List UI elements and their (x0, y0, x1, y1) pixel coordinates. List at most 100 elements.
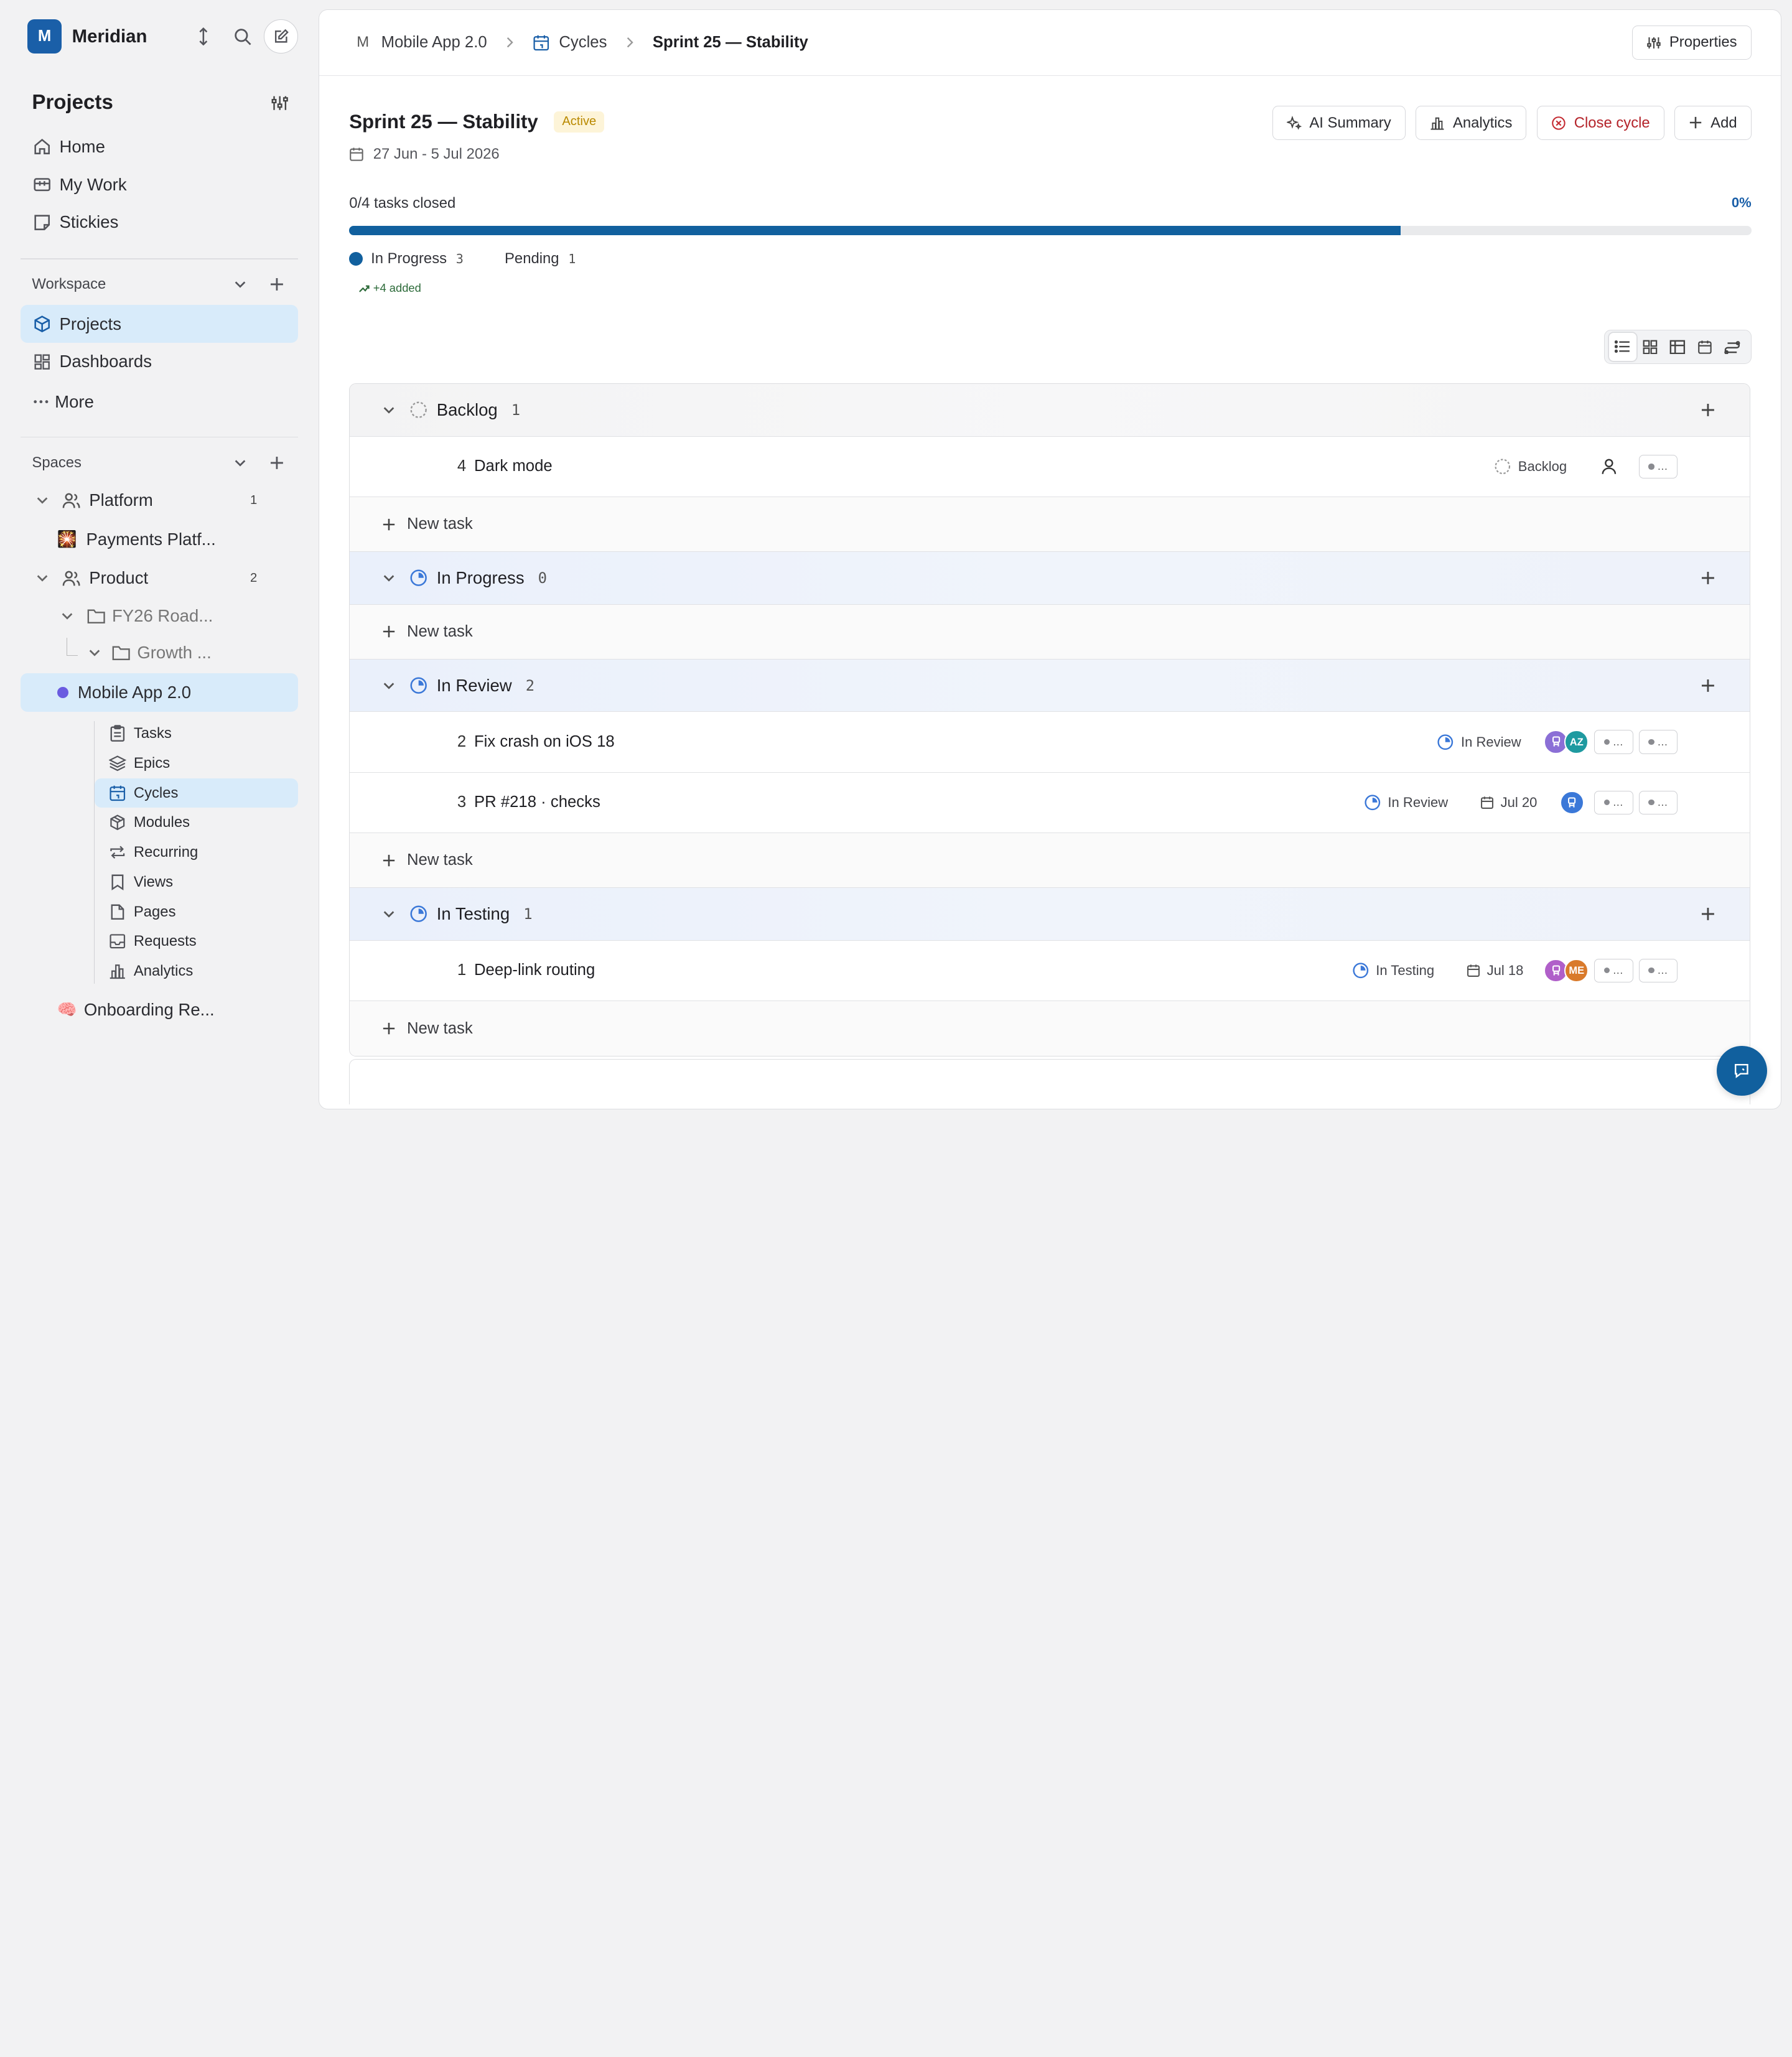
list-view-icon[interactable] (1608, 333, 1636, 361)
task-status[interactable]: In Testing (1352, 962, 1434, 979)
plus-icon (1689, 116, 1702, 129)
group-header-in-progress[interactable]: In Progress 0 (350, 552, 1750, 605)
breadcrumb-project[interactable]: M Mobile App 2.0 (354, 34, 487, 52)
project-menu-epics[interactable]: Epics (95, 749, 298, 778)
label-pill[interactable]: ... (1638, 958, 1678, 983)
label-pill[interactable]: ... (1594, 958, 1633, 983)
sidebar-item-dashboards[interactable]: Dashboards (21, 343, 298, 381)
compose-icon[interactable] (264, 19, 299, 54)
table-view-icon[interactable] (1664, 333, 1691, 360)
workspace-logo[interactable]: M (27, 19, 62, 54)
breadcrumb-cycles[interactable]: Cycles (533, 34, 607, 52)
task-row[interactable]: 2 Fix crash on iOS 18 In Review AZ ... .… (350, 712, 1750, 773)
analytics-label: Analytics (1452, 114, 1513, 131)
project-menu-recurring[interactable]: Recurring (95, 837, 298, 867)
project-menu-requests[interactable]: Requests (95, 926, 298, 956)
workspace-name[interactable]: Meridian (72, 26, 182, 47)
chevron-down-icon[interactable] (34, 570, 50, 586)
projects-header: Projects (21, 87, 298, 119)
task-status[interactable]: Backlog (1494, 458, 1567, 475)
assignee-avatars[interactable]: ME (1544, 958, 1589, 983)
label-pill[interactable]: ... (1594, 730, 1633, 754)
cycle-dates[interactable]: 27 Jun - 5 Jul 2026 (349, 146, 1751, 163)
group-header-in-testing[interactable]: In Testing 1 (350, 888, 1750, 941)
calendar-icon (108, 784, 126, 802)
breadcrumb-current[interactable]: Sprint 25 — Stability (653, 34, 808, 52)
task-row[interactable]: 3 PR #218 · checks In Review Jul 20 ... (350, 772, 1750, 834)
label-pill[interactable]: ... (1638, 454, 1678, 479)
chevron-down-icon[interactable] (228, 450, 253, 475)
plus-icon[interactable] (1701, 571, 1715, 585)
sidebar-item-more[interactable]: More (21, 383, 298, 421)
user-icon[interactable] (1601, 458, 1617, 475)
close-cycle-button[interactable]: Close cycle (1536, 105, 1664, 141)
properties-button[interactable]: Properties (1632, 25, 1752, 60)
chevron-down-icon[interactable] (382, 679, 398, 693)
space-platform[interactable]: Platform 1 (21, 481, 298, 520)
sidebar-item-home[interactable]: Home (21, 128, 298, 166)
sidebar-item-my-work[interactable]: My Work (21, 166, 298, 203)
sidebar-item-projects[interactable]: Projects (21, 305, 299, 343)
project-menu-tasks[interactable]: Tasks (95, 719, 298, 749)
plus-icon[interactable] (1701, 403, 1715, 417)
progress-section: 0/4 tasks closed 0% In Progress 3 Pendin… (319, 195, 1781, 295)
chevron-down-icon[interactable] (382, 907, 398, 921)
task-id: 2 (457, 733, 467, 751)
analytics-button[interactable]: Analytics (1416, 105, 1527, 141)
avatar (1560, 790, 1584, 815)
project-menu-views[interactable]: Views (95, 867, 298, 897)
project-menu-cycles[interactable]: Cycles (95, 778, 299, 808)
chat-fab-button[interactable] (1716, 1045, 1767, 1096)
project-payments[interactable]: 🎇 Payments Platf... (21, 520, 298, 559)
task-status[interactable]: In Review (1364, 794, 1448, 811)
plus-icon[interactable] (1701, 678, 1715, 693)
group-header-in-review[interactable]: In Review 2 (350, 659, 1750, 712)
chevron-down-icon[interactable] (382, 571, 398, 585)
assignee-avatars[interactable] (1560, 790, 1584, 815)
chevron-down-icon[interactable] (87, 645, 103, 661)
search-icon[interactable] (225, 19, 259, 54)
grid-view-icon[interactable] (1636, 333, 1664, 360)
project-onboarding[interactable]: 🧠 Onboarding Re... (21, 991, 298, 1029)
new-task-button[interactable]: New task (350, 604, 1750, 660)
chevron-down-icon[interactable] (228, 272, 253, 297)
chevron-down-icon[interactable] (59, 608, 75, 624)
new-task-button[interactable]: New task (350, 1001, 1750, 1056)
group-header-backlog[interactable]: Backlog 1 (350, 384, 1750, 437)
task-title: PR #218 · checks (474, 793, 600, 811)
filter-settings-icon[interactable] (271, 94, 289, 112)
chevron-down-icon[interactable] (34, 493, 50, 509)
ai-summary-button[interactable]: AI Summary (1272, 105, 1406, 141)
label-pill[interactable]: ... (1594, 790, 1633, 815)
folder-label: FY26 Road... (111, 605, 213, 625)
scope-change: +4 added (358, 281, 1752, 295)
add-label: Add (1710, 114, 1737, 131)
project-mobile-app[interactable]: Mobile App 2.0 (21, 673, 299, 712)
due-date[interactable]: Jul 20 (1480, 795, 1537, 811)
sort-icon[interactable] (186, 19, 220, 54)
project-menu-pages[interactable]: Pages (95, 897, 298, 927)
project-menu-analytics[interactable]: Analytics (95, 956, 298, 986)
calendar-view-icon[interactable] (1691, 333, 1719, 360)
space-label: Product (89, 568, 149, 588)
plus-icon[interactable] (264, 450, 289, 475)
new-task-button[interactable]: New task (350, 833, 1750, 889)
task-status[interactable]: In Review (1437, 734, 1521, 751)
task-row[interactable]: 1 Deep-link routing In Testing Jul 18 ME (350, 940, 1750, 1002)
plus-icon[interactable] (1701, 907, 1715, 921)
label-pill[interactable]: ... (1638, 790, 1678, 815)
sidebar-item-stickies[interactable]: Stickies (21, 203, 298, 241)
project-menu-modules[interactable]: Modules (95, 808, 298, 837)
folder-fy26[interactable]: FY26 Road... (21, 597, 298, 634)
plus-icon[interactable] (264, 272, 289, 297)
task-row[interactable]: 4 Dark mode Backlog ... (350, 436, 1750, 498)
add-button[interactable]: Add (1674, 105, 1752, 141)
new-task-button[interactable]: New task (350, 497, 1750, 553)
folder-growth[interactable]: Growth ... (21, 634, 298, 671)
label-pill[interactable]: ... (1638, 730, 1678, 754)
space-product[interactable]: Product 2 (21, 559, 298, 597)
timeline-view-icon[interactable] (1719, 333, 1746, 360)
due-date[interactable]: Jul 18 (1467, 963, 1523, 979)
chevron-down-icon[interactable] (382, 403, 398, 417)
assignee-avatars[interactable]: AZ (1544, 730, 1589, 754)
